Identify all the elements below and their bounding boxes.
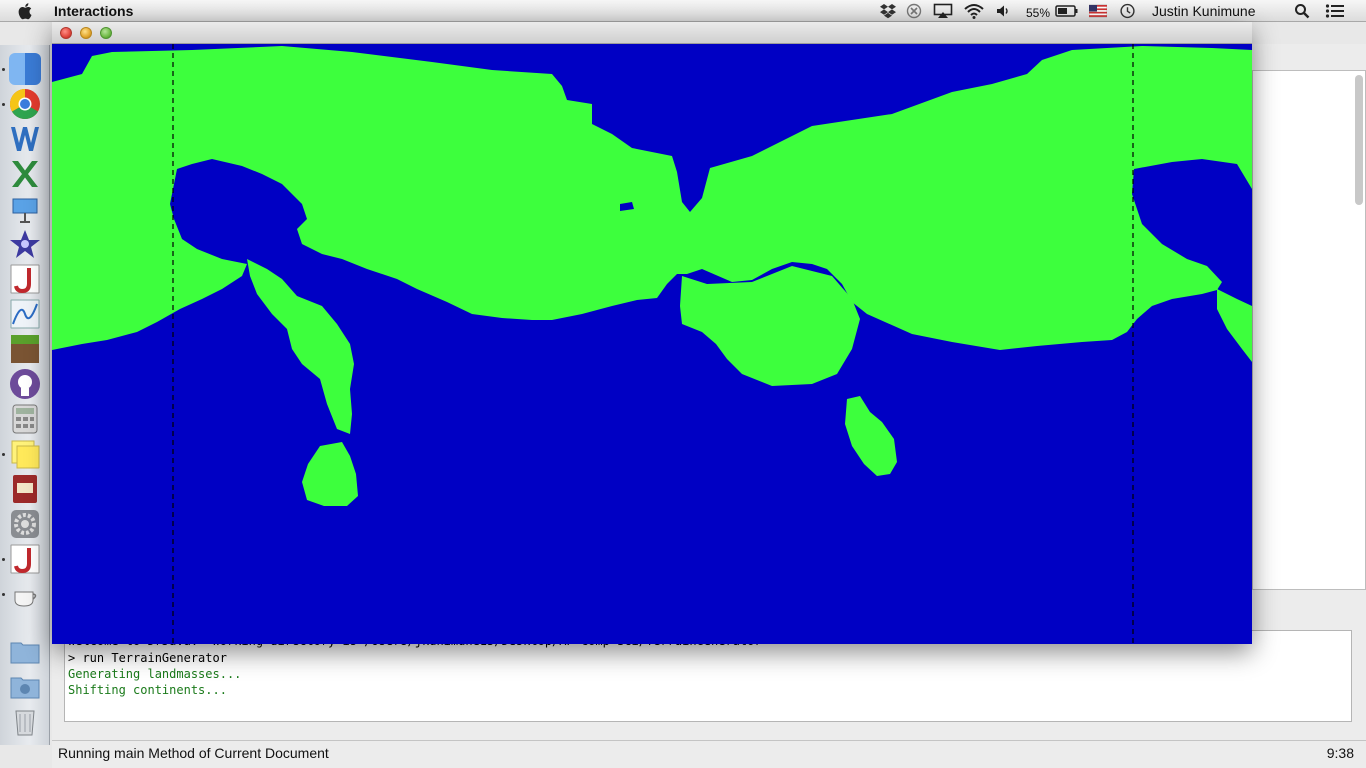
stickies-icon[interactable]: [9, 438, 41, 470]
console-line: > run TerrainGenerator: [68, 651, 227, 665]
running-indicator: [2, 558, 5, 561]
imovie-icon[interactable]: [9, 228, 41, 260]
status-time: 9:38: [1326, 745, 1354, 761]
chrome-icon[interactable]: [9, 88, 41, 120]
window-titlebar[interactable]: [52, 22, 1252, 44]
java-icon[interactable]: [9, 578, 41, 610]
zoom-button[interactable]: [100, 27, 112, 39]
grapher-icon[interactable]: [9, 298, 41, 330]
definitions-pane[interactable]: [1252, 70, 1366, 590]
airplay-icon[interactable]: [933, 3, 953, 19]
minecraft-icon[interactable]: [9, 333, 41, 365]
app-menu-title[interactable]: Interactions: [54, 2, 133, 20]
system-preferences-icon[interactable]: [9, 508, 41, 540]
terrain-map: [52, 44, 1252, 644]
menu-bar: Interactions 55% Justin Kunimune: [0, 0, 1366, 22]
console-line: Shifting continents...: [68, 683, 227, 697]
user-name[interactable]: Justin Kunimune: [1152, 2, 1256, 20]
calculator-icon[interactable]: [9, 403, 41, 435]
running-indicator: [2, 453, 5, 456]
battery-icon[interactable]: [1055, 3, 1079, 19]
status-text: Running main Method of Current Document: [58, 745, 329, 761]
definitions-scrollbar[interactable]: [1355, 75, 1363, 205]
running-indicator: [2, 68, 5, 71]
keynote-icon[interactable]: [9, 193, 41, 225]
dictionary-icon[interactable]: [9, 473, 41, 505]
wifi-icon[interactable]: [963, 3, 985, 19]
downloads-folder-icon[interactable]: [9, 670, 41, 702]
trash-icon[interactable]: [9, 705, 41, 737]
finder-icon[interactable]: [9, 53, 41, 85]
applications-folder-icon[interactable]: [9, 635, 41, 667]
battery-percent[interactable]: 55%: [1026, 4, 1050, 22]
time-machine-icon[interactable]: [1119, 3, 1136, 19]
volume-icon[interactable]: [995, 3, 1011, 19]
running-indicator: [2, 103, 5, 106]
drjava-icon[interactable]: [9, 543, 41, 575]
status-bar: Running main Method of Current Document …: [52, 740, 1366, 768]
spotlight-search-icon[interactable]: [1294, 3, 1310, 19]
github-icon[interactable]: [9, 368, 41, 400]
terrain-generator-window[interactable]: [52, 22, 1252, 644]
word-icon[interactable]: [9, 123, 41, 155]
notification-center-icon[interactable]: [1325, 3, 1345, 19]
dock: [0, 45, 50, 745]
apple-icon[interactable]: [18, 2, 34, 20]
excel-icon[interactable]: [9, 158, 41, 190]
us-flag-icon[interactable]: [1089, 3, 1107, 19]
dropbox-icon[interactable]: [879, 3, 897, 19]
minimize-button[interactable]: [80, 27, 92, 39]
drjava-icon[interactable]: [9, 263, 41, 295]
console-line: Generating landmasses...: [68, 667, 242, 681]
close-button[interactable]: [60, 27, 72, 39]
blocked-icon[interactable]: [906, 3, 922, 19]
running-indicator: [2, 593, 5, 596]
